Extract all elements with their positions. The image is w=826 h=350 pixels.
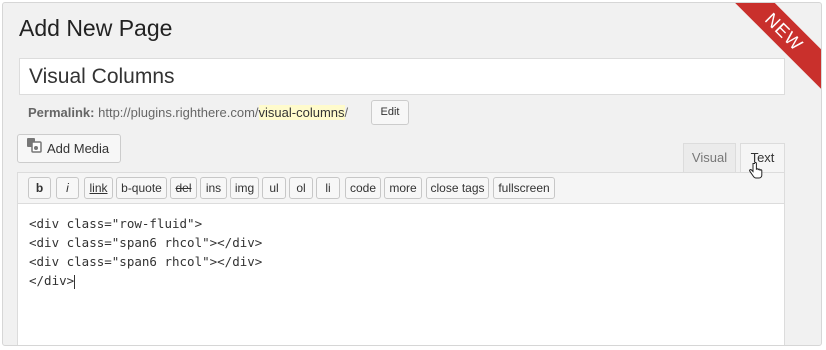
page-editor-frame: Add New Page NEW Visual Columns Permalin…	[2, 2, 822, 346]
qt-del-button[interactable]: del	[170, 177, 197, 199]
qt-ol-button[interactable]: ol	[289, 177, 313, 199]
qt-bquote-button[interactable]: b-quote	[116, 177, 167, 199]
title-input[interactable]: Visual Columns	[19, 58, 785, 95]
qt-ins-button[interactable]: ins	[200, 177, 227, 199]
qt-fullscreen-button[interactable]: fullscreen	[493, 177, 555, 199]
page-title: Add New Page	[19, 15, 173, 41]
media-icon	[26, 135, 42, 162]
edit-permalink-button[interactable]: Edit	[371, 100, 409, 125]
qt-code-button[interactable]: code	[345, 177, 381, 199]
add-media-button[interactable]: Add Media	[17, 134, 121, 163]
qt-italic-button[interactable]: i	[56, 177, 79, 199]
qt-link-button[interactable]: link	[84, 177, 113, 199]
qt-bold-button[interactable]: b	[28, 177, 51, 199]
permalink-label: Permalink:	[28, 105, 95, 120]
permalink: Permalink: http://plugins.righthere.com/…	[28, 101, 348, 125]
code-line: </div>	[29, 273, 75, 288]
qt-ul-button[interactable]: ul	[262, 177, 286, 199]
hand-cursor-icon	[749, 161, 763, 185]
qt-img-button[interactable]: img	[230, 177, 259, 199]
tab-visual[interactable]: Visual	[683, 143, 736, 173]
permalink-base: http://plugins.righthere.com/	[98, 105, 259, 120]
qt-li-button[interactable]: li	[316, 177, 340, 199]
add-media-label: Add Media	[47, 141, 110, 156]
editor-content[interactable]: <div class="row-fluid"> <div class="span6…	[29, 214, 262, 290]
permalink-suffix: /	[344, 105, 349, 120]
qt-more-button[interactable]: more	[384, 177, 422, 199]
text-caret	[74, 274, 76, 289]
code-line: <div class="span6 rhcol"></div>	[29, 235, 263, 250]
permalink-slug[interactable]: visual-columns	[258, 105, 345, 120]
text-editor[interactable]: b i link b-quote del ins img ul ol li co…	[17, 172, 785, 345]
code-line: <div class="span6 rhcol"></div>	[29, 254, 263, 269]
code-line: <div class="row-fluid">	[29, 216, 203, 231]
qt-close-tags-button[interactable]: close tags	[426, 177, 489, 199]
quicktags-toolbar: b i link b-quote del ins img ul ol li co…	[18, 173, 784, 204]
